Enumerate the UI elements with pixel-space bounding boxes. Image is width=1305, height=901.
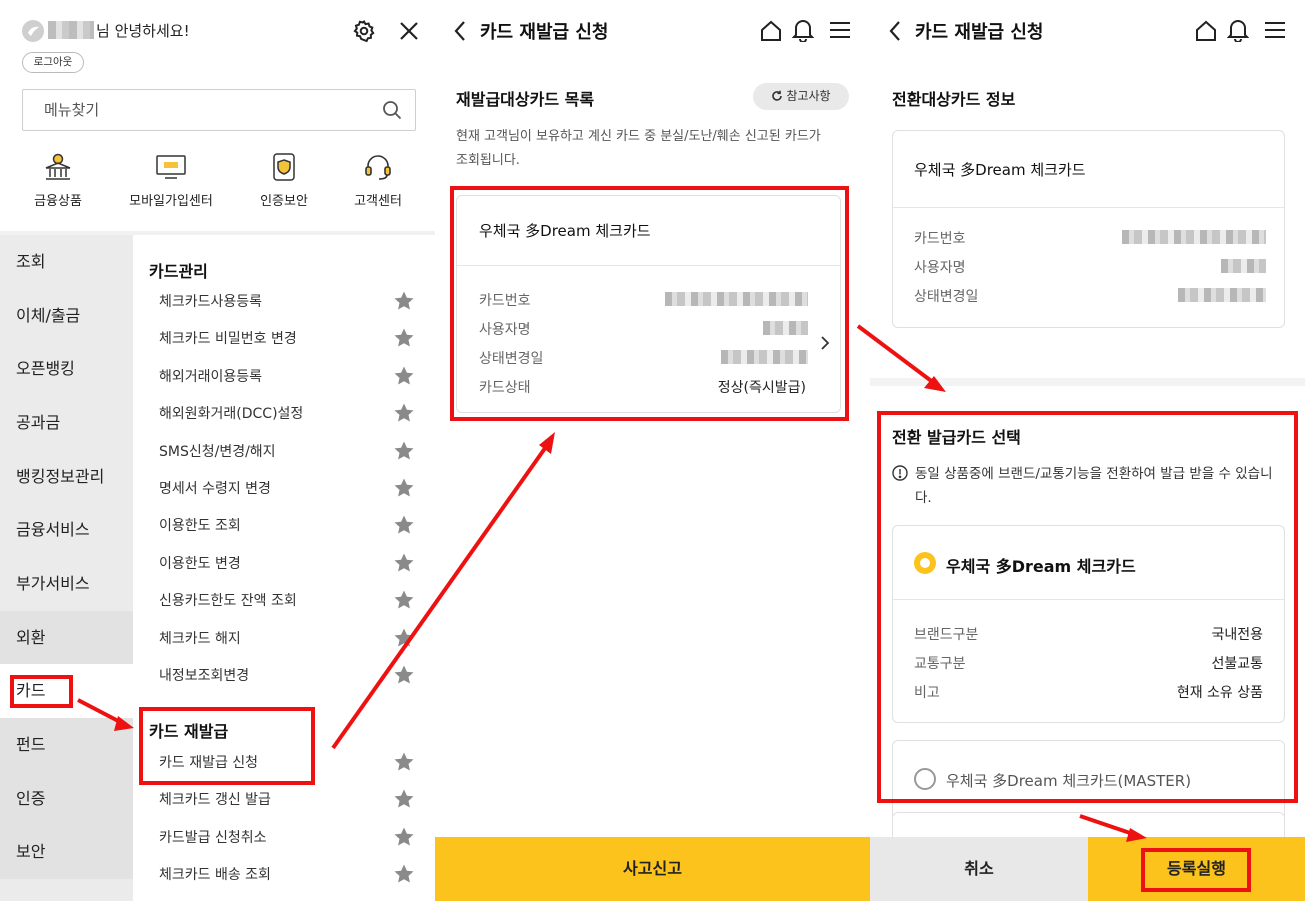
submenu-item[interactable]: 명세서 수령지 변경: [159, 477, 419, 501]
card-name: 우체국 多Dream 체크카드: [914, 161, 1086, 179]
favorite-star-icon[interactable]: [392, 289, 416, 313]
favorite-star-icon[interactable]: [392, 326, 416, 350]
favorite-star-icon[interactable]: [392, 513, 416, 537]
favorite-star-icon[interactable]: [392, 401, 416, 425]
favorite-star-icon[interactable]: [392, 663, 416, 687]
nav-item-extra-service[interactable]: 부가서비스: [0, 557, 133, 611]
annotation-box-reissue-menu: [139, 707, 315, 785]
quick-menu-customer-center[interactable]: 고객센터: [323, 150, 433, 209]
submenu-area: 카드관리 체크카드사용등록체크카드 비밀번호 변경해외거래이용등록해외원화거래(…: [133, 235, 435, 901]
user-logo-icon: [22, 20, 44, 42]
back-chevron-icon[interactable]: [888, 20, 902, 46]
quick-menu-label: 금융상품: [34, 194, 82, 209]
greeting-text: 님 안녕하세요!: [96, 22, 190, 40]
submenu-item[interactable]: 이용한도 변경: [159, 552, 419, 576]
quick-menu-label: 고객센터: [354, 194, 402, 209]
menu-search-input[interactable]: [23, 90, 363, 130]
reference-button-label: 참고사항: [786, 89, 831, 103]
submenu-item[interactable]: 카드발급 신청취소: [159, 826, 419, 850]
page-title: 카드 재발급 신청: [480, 22, 609, 43]
refresh-icon: [771, 85, 783, 112]
user-name-masked: [1221, 259, 1266, 273]
cancel-button[interactable]: 취소: [870, 837, 1088, 901]
annotation-box-card-select: [877, 411, 1298, 803]
back-chevron-icon[interactable]: [453, 20, 467, 46]
settings-gear-icon[interactable]: [352, 19, 376, 47]
report-accident-button[interactable]: 사고신고: [435, 837, 870, 901]
favorite-star-icon[interactable]: [392, 439, 416, 463]
favorite-star-icon[interactable]: [392, 588, 416, 612]
favorite-star-icon[interactable]: [392, 476, 416, 500]
annotation-box-submit: [1141, 848, 1251, 892]
target-card-info: 우체국 多Dream 체크카드 카드번호 사용자명 상태변경일: [892, 130, 1285, 328]
notification-bell-icon[interactable]: [1226, 18, 1250, 46]
reissue-list-panel: 카드 재발급 신청 재발급대상카드 목록 참고사항 현재 고객님이 보유하고 계…: [435, 0, 870, 901]
favorite-star-icon[interactable]: [392, 750, 416, 774]
user-name-masked: [48, 21, 94, 39]
favorite-star-icon[interactable]: [392, 551, 416, 575]
favorite-star-icon[interactable]: [392, 787, 416, 811]
submenu-item[interactable]: 체크카드사용등록: [159, 290, 419, 314]
page-title: 카드 재발급 신청: [915, 22, 1044, 43]
favorite-star-icon[interactable]: [392, 626, 416, 650]
nav-item-utility-bills[interactable]: 공과금: [0, 396, 133, 450]
submenu-item[interactable]: 체크카드 해지: [159, 627, 419, 651]
quick-menu-label: 모바일가입센터: [129, 194, 213, 209]
section-title-card-management: 카드관리: [149, 262, 208, 281]
status-date-masked: [1178, 288, 1266, 302]
favorite-star-icon[interactable]: [392, 364, 416, 388]
nav-item-banking-info[interactable]: 뱅킹정보관리: [0, 450, 133, 504]
nav-item-certificate[interactable]: 인증: [0, 772, 133, 826]
quick-menu-mobile-center[interactable]: 모바일가입센터: [116, 150, 226, 209]
hamburger-menu-icon[interactable]: [830, 21, 850, 43]
section-title: 재발급대상카드 목록: [456, 90, 595, 109]
close-icon[interactable]: [398, 20, 420, 46]
hamburger-menu-icon[interactable]: [1265, 21, 1285, 43]
nav-item-fund[interactable]: 펀드: [0, 718, 133, 772]
home-icon[interactable]: [760, 20, 782, 46]
user-name-label: 사용자명: [914, 260, 966, 276]
submenu-item[interactable]: 체크카드 갱신 발급: [159, 788, 419, 812]
annotation-box-card-nav: [10, 675, 73, 708]
monitor-icon: [116, 150, 226, 184]
card-number-label: 카드번호: [914, 231, 966, 247]
nav-item-security[interactable]: 보안: [0, 825, 133, 879]
favorite-star-icon[interactable]: [392, 862, 416, 886]
logout-button[interactable]: 로그아웃: [22, 52, 84, 73]
favorite-star-icon[interactable]: [392, 825, 416, 849]
submenu-item[interactable]: 해외거래이용등록: [159, 365, 419, 389]
bank-building-icon: [3, 150, 113, 184]
submenu-item[interactable]: 신용카드한도 잔액 조회: [159, 589, 419, 613]
submenu-item[interactable]: 체크카드 비밀번호 변경: [159, 327, 419, 351]
info-section-title: 전환대상카드 정보: [892, 90, 1016, 109]
submenu-item[interactable]: SMS신청/변경/해지: [159, 440, 419, 464]
home-icon[interactable]: [1195, 20, 1217, 46]
nav-item-foreign-exchange[interactable]: 외환: [0, 611, 133, 665]
reference-button[interactable]: 참고사항: [753, 83, 849, 110]
submenu-item[interactable]: 내정보조회변경: [159, 664, 419, 688]
section-gap: [870, 378, 1305, 386]
left-nav: 조회 이체/출금 오픈뱅킹 공과금 뱅킹정보관리 금융서비스 부가서비스 외환 …: [0, 235, 133, 901]
submenu-item[interactable]: 해외원화거래(DCC)설정: [159, 402, 419, 426]
card-number-masked: [1122, 230, 1266, 244]
divider: [893, 207, 1284, 208]
headset-icon: [323, 150, 433, 184]
nav-item-financial-service[interactable]: 금융서비스: [0, 503, 133, 557]
quick-menu-financial-products[interactable]: 금융상품: [3, 150, 113, 209]
search-icon[interactable]: [382, 100, 402, 124]
menu-search: [22, 89, 416, 131]
annotation-box-card-item: [450, 186, 849, 421]
notification-bell-icon[interactable]: [791, 18, 815, 46]
nav-item-transfer[interactable]: 이체/출금: [0, 289, 133, 343]
nav-item-inquiry[interactable]: 조회: [0, 235, 133, 289]
submenu-item[interactable]: 이용한도 조회: [159, 514, 419, 538]
description-text: 현재 고객님이 보유하고 계신 카드 중 분실/도난/훼손 신고된 카드가 조회…: [456, 129, 821, 168]
status-date-label: 상태변경일: [914, 289, 979, 305]
submenu-item[interactable]: 체크카드 배송 조회: [159, 863, 419, 887]
nav-item-open-banking[interactable]: 오픈뱅킹: [0, 342, 133, 396]
